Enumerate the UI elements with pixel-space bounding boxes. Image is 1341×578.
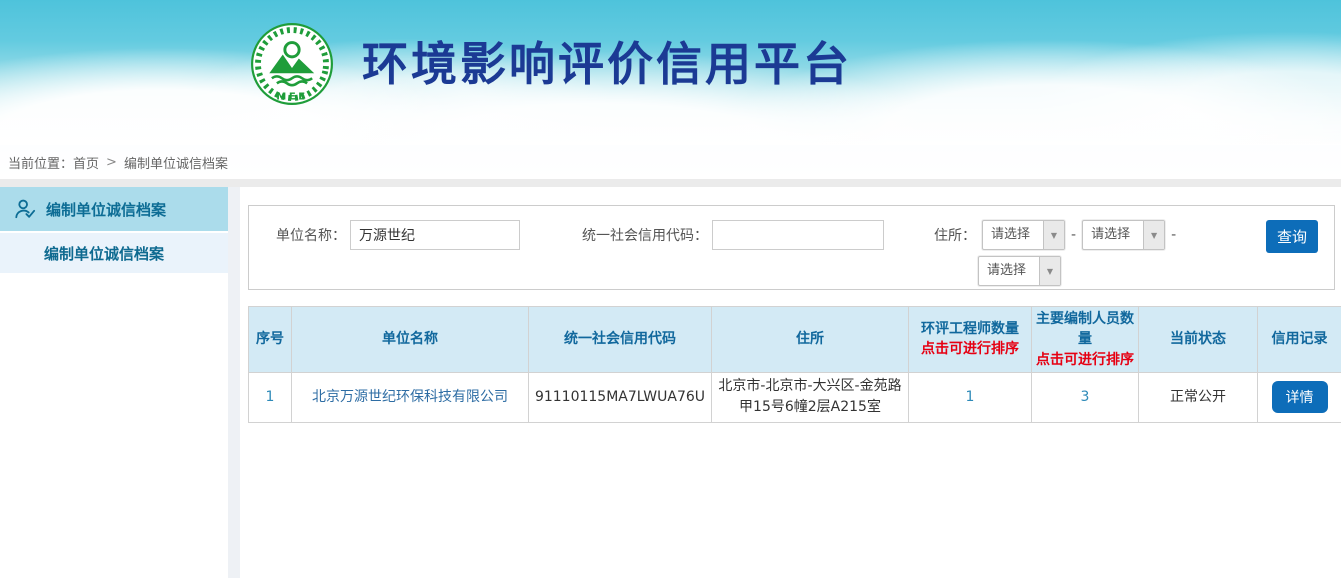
district-select[interactable]: 请选择 ▼: [978, 256, 1061, 286]
breadcrumb: 当前位置： 首页 > 编制单位诚信档案: [0, 145, 1341, 179]
sidebar: 编制单位诚信档案 编制单位诚信档案: [0, 187, 228, 578]
col-company: 单位名称: [292, 307, 529, 373]
chevron-down-icon: ▼: [1143, 221, 1164, 249]
city-select[interactable]: 请选择 ▼: [1082, 220, 1165, 250]
site-header: MEE 环境影响评价信用平台: [0, 0, 1341, 145]
chevron-down-icon: ▼: [1043, 221, 1064, 249]
sidebar-item-label: 编制单位诚信档案: [46, 199, 166, 220]
cell-staff-count: 3: [1032, 372, 1139, 422]
sidebar-item-unit-archive-parent[interactable]: 编制单位诚信档案: [0, 187, 228, 233]
results-table: 序号 单位名称 统一社会信用代码 住所 环评工程师数量 点击可进行排序 主要编制…: [248, 306, 1341, 423]
cell-credit-record: 详情: [1258, 372, 1341, 422]
brand: MEE 环境影响评价信用平台: [250, 22, 852, 106]
sidebar-divider: [228, 187, 240, 578]
unit-name-input[interactable]: [350, 220, 520, 250]
address-field: 住所： 请选择 ▼ - 请选择 ▼ -: [934, 219, 1182, 251]
cell-engineer-count: 1: [909, 372, 1032, 422]
sort-hint: 点击可进行排序: [911, 339, 1029, 359]
sort-hint: 点击可进行排序: [1034, 350, 1136, 370]
cell-company: 北京万源世纪环保科技有限公司: [292, 372, 529, 422]
cell-credit-code: 91110115MA7LWUA76U: [529, 372, 712, 422]
breadcrumb-home-link[interactable]: 首页: [73, 153, 99, 172]
province-select[interactable]: 请选择 ▼: [982, 220, 1065, 250]
table-row: 1 北京万源世纪环保科技有限公司 91110115MA7LWUA76U 北京市-…: [249, 372, 1341, 422]
chevron-down-icon: ▼: [1039, 257, 1060, 285]
sidebar-subitem-label: 编制单位诚信档案: [44, 243, 164, 264]
staff-count-link[interactable]: 3: [1081, 389, 1090, 405]
unit-name-label: 单位名称：: [276, 225, 346, 245]
detail-button[interactable]: 详情: [1272, 381, 1328, 413]
col-status: 当前状态: [1139, 307, 1258, 373]
cell-address: 北京市-北京市-大兴区-金苑路甲15号6幢2层A215室: [712, 372, 909, 422]
breadcrumb-current: 编制单位诚信档案: [124, 153, 228, 172]
page-title: 环境影响评价信用平台: [362, 22, 852, 106]
col-credit-record: 信用记录: [1258, 307, 1341, 373]
col-credit-code: 统一社会信用代码: [529, 307, 712, 373]
search-panel: 单位名称： 统一社会信用代码： 住所： 请选择 ▼ - 请选择 ▼ -: [248, 205, 1335, 290]
company-link[interactable]: 北京万源世纪环保科技有限公司: [312, 389, 508, 405]
breadcrumb-prefix: 当前位置：: [8, 153, 73, 172]
person-check-icon: [14, 198, 36, 220]
sidebar-item-unit-archive[interactable]: 编制单位诚信档案: [0, 233, 228, 273]
query-button[interactable]: 查询: [1266, 220, 1318, 253]
breadcrumb-separator: >: [106, 155, 117, 170]
table-header-row: 序号 单位名称 统一社会信用代码 住所 环评工程师数量 点击可进行排序 主要编制…: [249, 307, 1341, 373]
cell-index: 1: [249, 372, 292, 422]
credit-code-field: 统一社会信用代码：: [582, 219, 884, 251]
unit-name-field: 单位名称：: [276, 219, 520, 251]
main-content: 单位名称： 统一社会信用代码： 住所： 请选择 ▼ - 请选择 ▼ -: [240, 187, 1341, 578]
section-divider: [0, 179, 1341, 187]
col-index: 序号: [249, 307, 292, 373]
credit-code-input[interactable]: [712, 220, 884, 250]
cell-status: 正常公开: [1139, 372, 1258, 422]
col-address: 住所: [712, 307, 909, 373]
district-field: 请选择 ▼: [978, 255, 1061, 287]
col-staff-count-sortable[interactable]: 主要编制人员数量 点击可进行排序: [1032, 307, 1139, 373]
address-label: 住所：: [934, 225, 976, 245]
svg-text:MEE: MEE: [276, 91, 307, 102]
col-engineer-count-sortable[interactable]: 环评工程师数量 点击可进行排序: [909, 307, 1032, 373]
credit-code-label: 统一社会信用代码：: [582, 225, 708, 245]
mee-logo-icon: MEE: [250, 22, 334, 106]
engineer-count-link[interactable]: 1: [966, 389, 975, 405]
